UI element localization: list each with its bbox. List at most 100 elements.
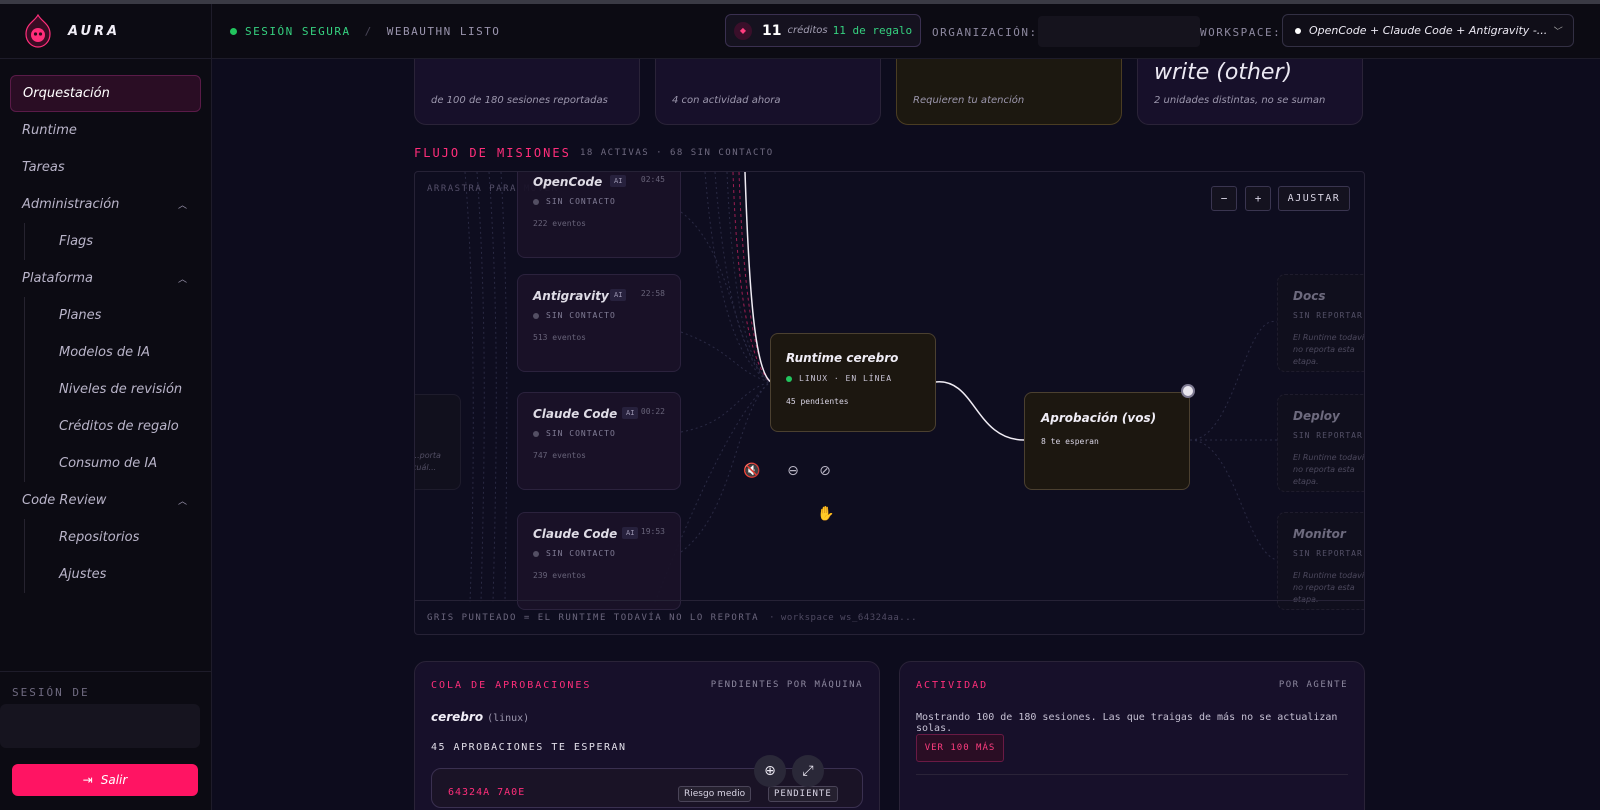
separator: / — [364, 24, 373, 38]
sidebar-group-administracion[interactable]: Administración ︿ — [10, 186, 201, 223]
sidebar-item-label: Modelos de IA — [59, 345, 150, 360]
flow-legend: GRIS PUNTEADO = EL RUNTIME TODAVÍA NO LO… — [427, 612, 760, 623]
activity-summary: Mostrando 100 de 180 sesiones. Las que t… — [916, 712, 1338, 734]
runtime-pending: 45 pendientes — [786, 397, 849, 406]
stage-node-deploy[interactable]: Deploy SIN REPORTAR El Runtime todavía n… — [1277, 394, 1365, 492]
sidebar-item-creditos-regalo[interactable]: Créditos de regalo — [24, 408, 201, 445]
status-dot — [533, 430, 539, 437]
agent-node-antigravity[interactable]: Antigravity AI 22:58 SIN CONTACTO 513 ev… — [517, 274, 681, 372]
agent-status: SIN CONTACTO — [533, 549, 616, 558]
zoom-out-button[interactable]: − — [1211, 186, 1237, 211]
sidebar-item-consumo-ia[interactable]: Consumo de IA — [24, 445, 201, 482]
main-content: de 100 de 180 sesiones reportadas 4 con … — [212, 59, 1600, 810]
sidebar-item-runtime[interactable]: Runtime — [10, 112, 201, 149]
stage-desc: El Runtime todavía no reporta esta etapa… — [1293, 453, 1365, 486]
stage-status: SIN REPORTAR — [1293, 549, 1363, 558]
logout-label: Salir — [100, 773, 128, 787]
sidebar-item-label: Plataforma — [22, 271, 93, 286]
credit-gem-icon: ◆ — [734, 21, 752, 40]
agent-node-claude-code[interactable]: Claude Code AI 00:22 SIN CONTACTO 747 ev… — [517, 392, 681, 490]
agent-status: SIN CONTACTO — [533, 429, 616, 438]
sidebar-group-plataforma[interactable]: Plataforma ︿ — [10, 260, 201, 297]
queue-count: 45 APROBACIONES TE ESPERAN — [431, 742, 627, 753]
online-dot — [786, 375, 792, 382]
stage-node-docs[interactable]: Docs SIN REPORTAR El Runtime todavía no … — [1277, 274, 1364, 372]
workspace-label: WORKSPACE: — [1200, 26, 1282, 39]
stage-node-monitor[interactable]: Monitor SIN REPORTAR El Runtime todavía … — [1277, 512, 1364, 610]
agent-status-label: SIN CONTACTO — [546, 197, 616, 206]
logout-button[interactable]: ⇥ Salir — [12, 764, 198, 796]
expand-icon[interactable]: ⤢ — [792, 755, 824, 787]
stage-status: SIN REPORTAR — [1293, 311, 1363, 320]
runtime-node[interactable]: Runtime cerebro LINUX · EN LÍNEA 45 pend… — [770, 333, 936, 432]
sidebar-item-tareas[interactable]: Tareas — [10, 149, 201, 186]
approval-name: Aprobación (vos) — [1041, 411, 1157, 425]
zoom-in-icon[interactable]: ⊕ — [754, 755, 786, 787]
queue-host-name: cerebro — [431, 710, 484, 724]
chevron-up-icon: ︿ — [177, 201, 187, 211]
credits-count: 11 — [762, 22, 782, 39]
flow-section-subtitle: 18 ACTIVAS · 68 SIN CONTACTO — [580, 148, 774, 158]
load-more-button[interactable]: VER 100 MÁS — [916, 734, 1004, 762]
agent-time: 00:22 — [640, 407, 665, 416]
stat-caption: 2 unidades distintas, no se suman — [1154, 95, 1326, 106]
organization-selector[interactable] — [1038, 16, 1200, 47]
status-dot — [533, 312, 539, 319]
flow-workspace-id: · workspace ws_64324aa... — [769, 612, 918, 623]
sidebar-item-label: Flags — [59, 234, 94, 249]
stat-card-attention: Requieren tu atención — [896, 59, 1122, 125]
ai-badge: AI — [622, 407, 639, 419]
queue-host: cerebro (linux) — [431, 710, 529, 724]
sidebar-item-label: Repositorios — [59, 530, 140, 545]
secure-session-label: SESIÓN SEGURA — [245, 24, 351, 38]
sidebar-item-repositorios[interactable]: Repositorios — [24, 519, 201, 556]
stat-caption: 4 con actividad ahora — [672, 95, 781, 106]
session-label: SESIÓN DE — [12, 686, 90, 699]
agent-status: SIN CONTACTO — [533, 311, 616, 320]
stat-caption: Requieren tu atención — [913, 95, 1025, 106]
workspace-dot-icon — [1295, 27, 1301, 34]
fit-view-button[interactable]: AJUSTAR — [1278, 186, 1350, 211]
chevron-down-icon: ﹀ — [1551, 27, 1561, 37]
sidebar-item-label: Code Review — [22, 493, 107, 508]
offscreen-node[interactable]: ...porta cuál... — [415, 394, 461, 490]
stat-caption: de 100 de 180 sesiones reportadas — [431, 95, 608, 106]
connection-handle[interactable] — [1181, 384, 1195, 398]
sidebar-item-flags[interactable]: Flags — [24, 223, 201, 260]
sidebar-item-label: Consumo de IA — [59, 456, 158, 471]
sidebar-item-label: Tareas — [22, 160, 65, 175]
top-header: SESIÓN SEGURA / WEBAUTHN LISTO ◆ 11 créd… — [212, 4, 1600, 59]
mute-icon[interactable]: 🔇 — [738, 457, 766, 485]
workspace-select[interactable]: OpenCode + Claude Code + Antigravity -..… — [1282, 14, 1574, 47]
webauthn-status: WEBAUTHN LISTO — [386, 24, 501, 38]
agent-node-opencode[interactable]: OpenCode AI 02:45 SIN CONTACTO 222 event… — [517, 172, 681, 258]
agent-status: SIN CONTACTO — [533, 197, 616, 206]
sidebar-item-niveles-revision[interactable]: Niveles de revisión — [24, 371, 201, 408]
sidebar-item-modelos-ia[interactable]: Modelos de IA — [24, 334, 201, 371]
flow-section-title: FLUJO DE MISIONES — [414, 146, 571, 160]
agent-name: Claude Code — [533, 407, 618, 421]
minus-circle-icon[interactable]: ⊖ — [779, 457, 807, 485]
sidebar-item-label: Niveles de revisión — [59, 382, 183, 397]
activity-divider — [916, 774, 1348, 775]
sidebar-item-planes[interactable]: Planes — [24, 297, 201, 334]
mission-flow-canvas[interactable]: ARRASTRA PARA MOVER − + AJUSTAR ...porta… — [414, 171, 1365, 635]
approval-node[interactable]: Aprobación (vos) 8 te esperan — [1024, 392, 1190, 490]
gift-credits: 11 de regalo — [832, 24, 913, 37]
zoom-in-button[interactable]: + — [1245, 186, 1271, 211]
hand-cursor-icon: ✋ — [817, 506, 835, 522]
stat-value: write (other) — [1154, 60, 1293, 85]
agent-node-claude-code[interactable]: Claude Code AI 19:53 SIN CONTACTO 239 ev… — [517, 512, 681, 610]
sidebar-item-ajustes[interactable]: Ajustes — [24, 556, 201, 593]
agent-events: 747 eventos — [533, 451, 586, 460]
activity-card: ACTIVIDAD POR AGENTE Mostrando 100 de 18… — [899, 661, 1365, 810]
brand[interactable]: AURA — [0, 4, 211, 59]
security-status: SESIÓN SEGURA / WEBAUTHN LISTO — [230, 25, 500, 38]
logout-icon: ⇥ — [82, 773, 93, 787]
queue-title: COLA DE APROBACIONES — [431, 680, 592, 691]
credits-badge[interactable]: ◆ 11 créditos 11 de regalo — [725, 14, 921, 47]
sidebar-group-code-review[interactable]: Code Review ︿ — [10, 482, 201, 519]
stage-name: Monitor — [1293, 527, 1346, 541]
sidebar-item-orquestacion[interactable]: Orquestación — [10, 75, 201, 112]
camera-off-icon[interactable]: ⊘ — [811, 457, 839, 485]
